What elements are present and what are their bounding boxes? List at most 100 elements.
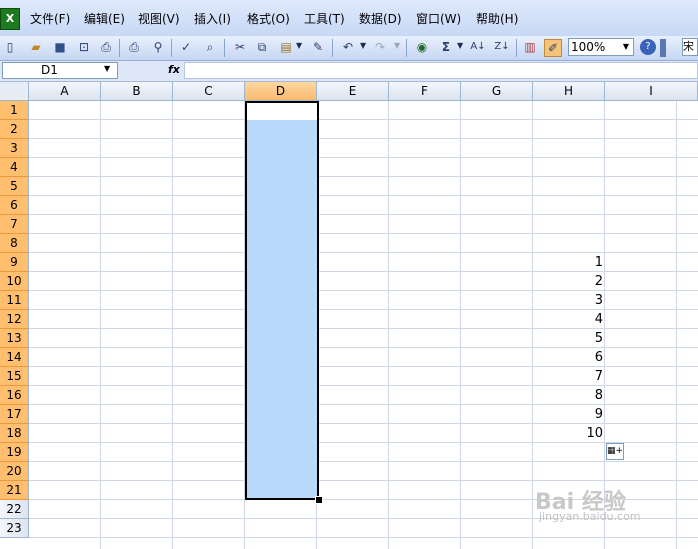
excel-app-icon[interactable]: X bbox=[0, 8, 20, 30]
row-header-12[interactable]: 12 bbox=[0, 310, 29, 329]
menu-view[interactable]: 视图(V) bbox=[138, 10, 180, 27]
menu-help[interactable]: 帮助(H) bbox=[476, 10, 518, 27]
column-header-b[interactable]: B bbox=[101, 82, 173, 101]
permission-icon[interactable]: ⊡ bbox=[76, 39, 92, 55]
row-header-10[interactable]: 10 bbox=[0, 272, 29, 291]
row-header-13[interactable]: 13 bbox=[0, 329, 29, 348]
watermark-url: jingyan.baidu.com bbox=[539, 510, 641, 523]
row-header-2[interactable]: 2 bbox=[0, 120, 29, 139]
font-name-select[interactable]: 宋 bbox=[682, 38, 698, 56]
help-icon[interactable]: ? bbox=[640, 39, 656, 55]
row-header-23[interactable]: 23 bbox=[0, 519, 29, 538]
standard-toolbar: ▯ ▰ ■ ⊡ ⎙ ⎙ ⚲ ✓ ⌕ ✂ ⧉ ▤ ▼ ✎ ↶ ▼ ↷ ▼ ◉ Σ … bbox=[0, 36, 698, 61]
autosum-icon[interactable]: Σ bbox=[438, 39, 454, 55]
column-header-i[interactable]: I bbox=[605, 82, 698, 101]
row-header-15[interactable]: 15 bbox=[0, 367, 29, 386]
open-icon[interactable]: ▰ bbox=[28, 39, 44, 55]
column-header-g[interactable]: G bbox=[461, 82, 533, 101]
undo-icon[interactable]: ↶ bbox=[340, 39, 356, 55]
select-all-corner[interactable] bbox=[0, 82, 29, 101]
row-header-3[interactable]: 3 bbox=[0, 139, 29, 158]
row-header-22[interactable]: 22 bbox=[0, 500, 29, 519]
row-header-17[interactable]: 17 bbox=[0, 405, 29, 424]
spelling-icon[interactable]: ✓ bbox=[178, 39, 194, 55]
cell-h12[interactable]: 4 bbox=[534, 310, 603, 329]
worksheet-grid[interactable]: ABCDEFGHI 1 2 3 4 5 6 7 8 9 10 11 12 13 14 15 16 17 18 19 2… bbox=[0, 82, 698, 549]
menu-edit[interactable]: 编辑(E) bbox=[84, 10, 125, 27]
row-header-9[interactable]: 9 bbox=[0, 253, 29, 272]
toolbar-options-icon[interactable] bbox=[660, 39, 666, 57]
sort-ascending-icon[interactable]: A↓ bbox=[470, 39, 486, 55]
gridline-horizontal bbox=[29, 214, 698, 215]
insert-function-icon[interactable]: fx bbox=[168, 63, 180, 76]
row-header-19[interactable]: 19 bbox=[0, 443, 29, 462]
new-icon[interactable]: ▯ bbox=[2, 39, 18, 55]
row-header-4[interactable]: 4 bbox=[0, 158, 29, 177]
research-icon[interactable]: ⌕ bbox=[202, 39, 218, 55]
zoom-select[interactable]: 100% ▼ bbox=[568, 38, 634, 56]
cell-h13[interactable]: 5 bbox=[534, 329, 603, 348]
chart-wizard-icon[interactable]: ▥ bbox=[522, 39, 538, 55]
redo-icon[interactable]: ↷ bbox=[372, 39, 388, 55]
row-header-20[interactable]: 20 bbox=[0, 462, 29, 481]
save-icon[interactable]: ■ bbox=[52, 39, 68, 55]
auto-fill-options-button[interactable]: ▦+ bbox=[606, 443, 624, 460]
gridline-horizontal bbox=[29, 537, 698, 538]
format-painter-icon[interactable]: ✎ bbox=[310, 39, 326, 55]
redo-dropdown-icon[interactable]: ▼ bbox=[394, 41, 400, 50]
hyperlink-icon[interactable]: ◉ bbox=[414, 39, 430, 55]
row-header-21[interactable]: 21 bbox=[0, 481, 29, 500]
gridline-horizontal bbox=[29, 176, 698, 177]
paste-dropdown-icon[interactable]: ▼ bbox=[296, 41, 302, 50]
copy-icon[interactable]: ⧉ bbox=[254, 39, 270, 55]
selected-range-d1-d21[interactable] bbox=[245, 101, 319, 500]
row-header-14[interactable]: 14 bbox=[0, 348, 29, 367]
cell-h10[interactable]: 2 bbox=[534, 272, 603, 291]
sort-descending-icon[interactable]: Z↓ bbox=[494, 39, 510, 55]
row-header-7[interactable]: 7 bbox=[0, 215, 29, 234]
row-header-18[interactable]: 18 bbox=[0, 424, 29, 443]
active-cell-d1[interactable] bbox=[247, 103, 317, 120]
row-header-5[interactable]: 5 bbox=[0, 177, 29, 196]
print-icon[interactable]: ⎙ bbox=[98, 39, 114, 55]
menu-format[interactable]: 格式(O) bbox=[247, 10, 290, 27]
name-box-dropdown-icon[interactable]: ▼ bbox=[104, 64, 110, 73]
column-header-a[interactable]: A bbox=[29, 82, 101, 101]
name-box[interactable]: D1 bbox=[2, 62, 118, 79]
column-header-d[interactable]: D bbox=[245, 82, 317, 101]
column-header-h[interactable]: H bbox=[533, 82, 605, 101]
cell-h18[interactable]: 10 bbox=[534, 424, 603, 443]
zoom-dropdown-icon[interactable]: ▼ bbox=[620, 40, 632, 54]
column-header-f[interactable]: F bbox=[389, 82, 461, 101]
cut-icon[interactable]: ✂ bbox=[232, 39, 248, 55]
drawing-icon[interactable]: ✐ bbox=[544, 39, 562, 57]
print-preview-icon[interactable]: ⎙ bbox=[126, 39, 142, 55]
cell-h17[interactable]: 9 bbox=[534, 405, 603, 424]
menu-insert[interactable]: 插入(I) bbox=[194, 10, 231, 27]
column-header-e[interactable]: E bbox=[317, 82, 389, 101]
fill-handle[interactable] bbox=[315, 496, 323, 504]
cell-h15[interactable]: 7 bbox=[534, 367, 603, 386]
paste-icon[interactable]: ▤ bbox=[278, 39, 294, 55]
cell-h11[interactable]: 3 bbox=[534, 291, 603, 310]
gridline-horizontal bbox=[29, 480, 698, 481]
row-header-8[interactable]: 8 bbox=[0, 234, 29, 253]
row-header-6[interactable]: 6 bbox=[0, 196, 29, 215]
undo-dropdown-icon[interactable]: ▼ bbox=[360, 41, 366, 50]
column-header-c[interactable]: C bbox=[173, 82, 245, 101]
cell-h16[interactable]: 8 bbox=[534, 386, 603, 405]
gridline-vertical bbox=[460, 101, 461, 549]
row-header-16[interactable]: 16 bbox=[0, 386, 29, 405]
menu-window[interactable]: 窗口(W) bbox=[416, 10, 461, 27]
magnifier-icon[interactable]: ⚲ bbox=[150, 39, 166, 55]
gridline-horizontal bbox=[29, 157, 698, 158]
autosum-dropdown-icon[interactable]: ▼ bbox=[457, 41, 463, 50]
menu-tools[interactable]: 工具(T) bbox=[304, 10, 345, 27]
formula-input[interactable] bbox=[184, 62, 698, 79]
cell-h9[interactable]: 1 bbox=[534, 253, 603, 272]
row-header-11[interactable]: 11 bbox=[0, 291, 29, 310]
row-header-1[interactable]: 1 bbox=[0, 101, 29, 120]
cell-h14[interactable]: 6 bbox=[534, 348, 603, 367]
menu-data[interactable]: 数据(D) bbox=[359, 10, 402, 27]
menu-file[interactable]: 文件(F) bbox=[30, 10, 70, 27]
